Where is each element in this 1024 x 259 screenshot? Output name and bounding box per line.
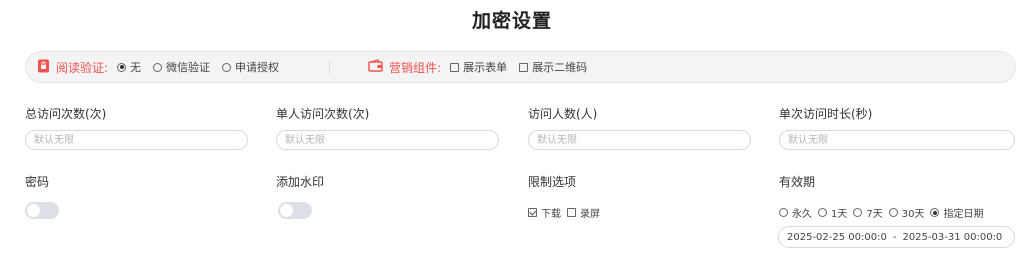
date-range-end[interactable]: 2025-03-31 00:00:0 bbox=[902, 232, 1002, 243]
validity-option-30days[interactable]: 30天 bbox=[888, 205, 925, 220]
option-label: 永久 bbox=[792, 209, 812, 220]
marketing-label: 营销组件: bbox=[389, 60, 442, 75]
option-label: 7天 bbox=[866, 209, 883, 220]
option-label: 1天 bbox=[831, 209, 848, 220]
read-verify-label: 阅读验证: bbox=[56, 60, 109, 75]
watermark-label: 添加水印 bbox=[276, 175, 325, 189]
phone-lock-icon bbox=[37, 59, 50, 76]
total-visits-input[interactable] bbox=[25, 130, 248, 150]
date-range-start[interactable]: 2025-02-25 00:00:0 bbox=[787, 232, 887, 243]
divider bbox=[329, 60, 331, 74]
marketing-option-qrcode[interactable]: 展示二维码 bbox=[519, 59, 587, 75]
validity-label: 有效期 bbox=[779, 175, 816, 189]
visitors-input[interactable] bbox=[528, 130, 751, 150]
validity-option-7days[interactable]: 7天 bbox=[853, 205, 883, 220]
restriction-download[interactable]: 下载 bbox=[528, 205, 561, 220]
date-range-separator: - bbox=[892, 231, 897, 243]
checkbox-icon bbox=[450, 62, 460, 72]
single-visits-label: 单人访问次数(次) bbox=[276, 107, 370, 121]
radio-icon bbox=[888, 208, 898, 217]
watermark-toggle[interactable] bbox=[278, 202, 312, 219]
option-label: 录屏 bbox=[580, 209, 600, 220]
validity-option-custom[interactable]: 指定日期 bbox=[930, 205, 983, 220]
validity-options: 永久 1天 7天 30天 指定日期 bbox=[779, 205, 989, 220]
password-toggle[interactable] bbox=[25, 202, 59, 219]
option-label: 展示二维码 bbox=[532, 61, 588, 74]
restriction-record[interactable]: 录屏 bbox=[567, 205, 600, 220]
settings-bar: 阅读验证: 无 微信验证 申请授权 营销组件: 展示表单 展示二维码 bbox=[25, 51, 1016, 83]
checkbox-icon bbox=[567, 208, 576, 217]
visitors-label: 访问人数(人) bbox=[528, 107, 598, 121]
radio-icon bbox=[818, 208, 827, 217]
option-label: 指定日期 bbox=[943, 209, 984, 220]
option-label: 申请授权 bbox=[235, 61, 280, 74]
read-verify-option-none[interactable]: 无 bbox=[117, 59, 141, 75]
radio-icon bbox=[779, 208, 788, 217]
validity-option-forever[interactable]: 永久 bbox=[779, 205, 812, 220]
read-verify-group: 阅读验证: 无 微信验证 申请授权 bbox=[37, 59, 279, 76]
option-label: 展示表单 bbox=[463, 61, 508, 74]
checkbox-icon bbox=[519, 62, 529, 72]
read-verify-option-wechat[interactable]: 微信验证 bbox=[153, 59, 210, 75]
single-visits-input[interactable] bbox=[276, 130, 499, 150]
marketing-group: 营销组件: 展示表单 展示二维码 bbox=[368, 59, 587, 76]
option-label: 微信验证 bbox=[166, 61, 211, 74]
total-visits-label: 总访问次数(次) bbox=[25, 107, 107, 121]
radio-icon bbox=[153, 62, 163, 72]
option-label: 下载 bbox=[541, 209, 561, 220]
option-label: 无 bbox=[130, 61, 142, 74]
duration-label: 单次访问时长(秒) bbox=[779, 107, 873, 121]
radio-icon bbox=[930, 208, 940, 217]
marketing-option-form[interactable]: 展示表单 bbox=[450, 59, 507, 75]
restrictions-label: 限制选项 bbox=[528, 175, 577, 189]
restrictions-options: 下载 录屏 bbox=[528, 205, 606, 220]
checkbox-icon bbox=[528, 208, 537, 217]
validity-option-1day[interactable]: 1天 bbox=[818, 205, 847, 220]
wallet-icon bbox=[368, 59, 383, 75]
radio-icon bbox=[853, 208, 863, 217]
duration-input[interactable] bbox=[779, 130, 1015, 150]
password-label: 密码 bbox=[25, 175, 50, 189]
read-verify-option-apply[interactable]: 申请授权 bbox=[222, 59, 279, 75]
date-range-picker[interactable]: 2025-02-25 00:00:0 - 2025-03-31 00:00:0 bbox=[778, 226, 1015, 248]
radio-icon bbox=[222, 62, 232, 72]
page-title: 加密设置 bbox=[471, 10, 552, 32]
option-label: 30天 bbox=[901, 209, 925, 220]
radio-icon bbox=[117, 62, 127, 72]
